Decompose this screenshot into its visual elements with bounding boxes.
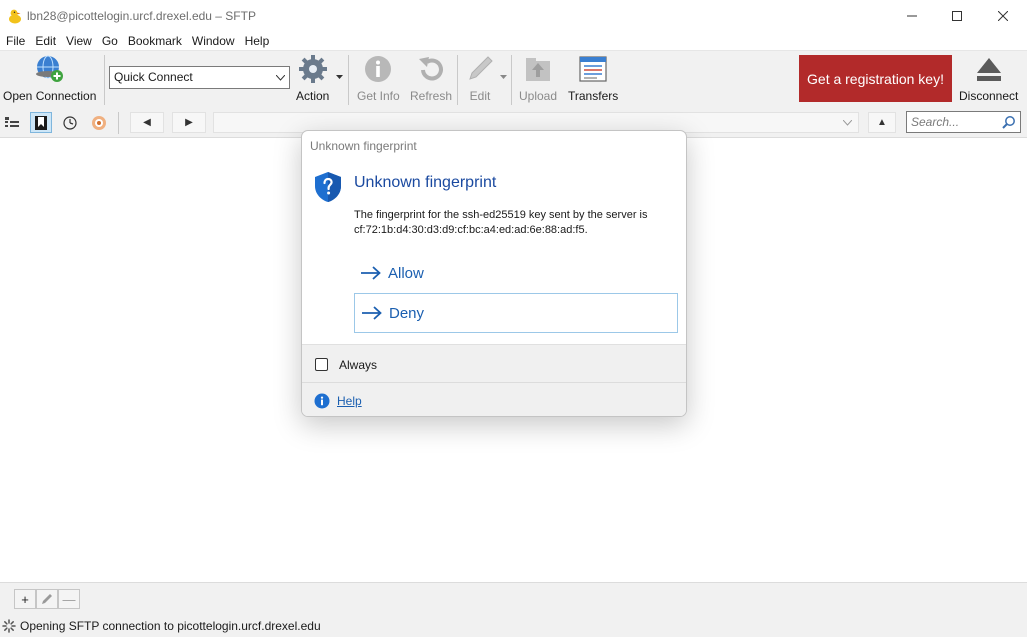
upload-icon [526, 58, 551, 81]
arrow-right-icon [361, 266, 381, 280]
open-connection-button[interactable]: Open Connection [3, 53, 96, 103]
pencil-icon [42, 594, 52, 604]
disconnect-button[interactable]: Disconnect [959, 53, 1018, 103]
maximize-icon [952, 11, 962, 21]
upload-button[interactable]: Upload [519, 53, 557, 103]
close-icon [998, 11, 1008, 21]
search-placeholder: Search... [911, 115, 960, 129]
pencil-icon [469, 56, 493, 80]
bonjour-icon [92, 115, 106, 130]
status-text: Opening SFTP connection to picottelogin.… [20, 619, 321, 633]
toolbar-separator [457, 55, 458, 105]
toolbar-separator [511, 55, 512, 105]
disconnect-label: Disconnect [959, 89, 1019, 103]
deny-button[interactable]: Deny [354, 293, 678, 333]
gear-icon [298, 55, 327, 83]
add-bookmark-button[interactable]: + [14, 589, 36, 609]
dialog-heading: Unknown fingerprint [354, 174, 497, 191]
chevron-down-icon [843, 120, 852, 126]
open-connection-label: Open Connection [3, 89, 97, 103]
deny-label: Deny [389, 304, 425, 322]
remove-bookmark-button[interactable]: — [58, 589, 80, 609]
dialog-footer: Always Help [302, 344, 686, 416]
browser-view-button[interactable] [1, 112, 23, 133]
refresh-label: Refresh [410, 89, 453, 103]
action-button[interactable]: Action [296, 53, 329, 103]
chevron-down-icon [276, 75, 285, 81]
window-title: lbn28@picottelogin.urcf.drexel.edu – SFT… [27, 9, 256, 23]
edit-bookmark-button[interactable] [36, 589, 58, 609]
menu-view[interactable]: View [61, 32, 97, 50]
status-bar: Opening SFTP connection to picottelogin.… [0, 616, 1027, 637]
close-button[interactable] [980, 0, 1026, 32]
quick-connect-select[interactable]: Quick Connect [109, 66, 290, 89]
menu-go[interactable]: Go [97, 32, 123, 50]
menu-help[interactable]: Help [240, 32, 275, 50]
search-icon[interactable] [1002, 115, 1016, 129]
menu-bar: File Edit View Go Bookmark Window Help [0, 32, 1027, 50]
toolbar-separator [104, 55, 105, 105]
title-bar: lbn28@picottelogin.urcf.drexel.edu – SFT… [0, 0, 1027, 32]
duck-icon [9, 9, 21, 24]
allow-label: Allow [388, 264, 424, 282]
toolbar-separator [118, 112, 119, 134]
back-button[interactable]: ◀ [130, 112, 164, 133]
action-label: Action [296, 89, 330, 103]
allow-button[interactable]: Allow [354, 253, 678, 293]
maximize-button[interactable] [934, 0, 980, 32]
edit-button[interactable]: Edit [464, 53, 496, 103]
dialog-caption: Unknown fingerprint [310, 139, 417, 153]
upload-label: Upload [519, 89, 558, 103]
menu-edit[interactable]: Edit [30, 32, 61, 50]
globe-plus-icon [35, 55, 63, 82]
bookmark-actions-bar: + — [0, 582, 1027, 616]
toolbar-separator [348, 55, 349, 105]
always-checkbox[interactable] [315, 358, 328, 371]
clock-icon [63, 115, 77, 130]
bookmark-icon [35, 115, 47, 130]
history-view-button[interactable] [59, 112, 81, 133]
chevron-down-icon[interactable] [336, 75, 343, 80]
bonjour-view-button[interactable] [88, 112, 110, 133]
parent-directory-button[interactable]: ▲ [868, 112, 896, 133]
dialog-message: The fingerprint for the ssh-ed25519 key … [354, 209, 648, 236]
shield-question-icon [315, 172, 341, 202]
minimize-icon [907, 15, 917, 17]
spinner-icon [2, 619, 16, 633]
back-arrow-icon: ◀ [143, 117, 151, 128]
menu-bookmark[interactable]: Bookmark [123, 32, 187, 50]
unknown-fingerprint-dialog: Unknown fingerprint Unknown fingerprint … [301, 130, 687, 417]
transfers-button[interactable]: Transfers [568, 53, 618, 103]
plus-icon: + [21, 591, 29, 607]
forward-button[interactable]: ▶ [172, 112, 206, 133]
minimize-button[interactable] [889, 0, 935, 32]
chevron-down-icon[interactable] [500, 75, 507, 80]
quick-connect-value: Quick Connect [114, 70, 193, 84]
menu-file[interactable]: File [0, 32, 30, 50]
menu-window[interactable]: Window [187, 32, 240, 50]
always-label[interactable]: Always [339, 358, 377, 372]
info-icon [365, 56, 392, 82]
footer-divider [302, 382, 686, 383]
edit-label: Edit [469, 89, 491, 103]
tree-icon [5, 116, 19, 127]
get-info-label: Get Info [357, 89, 400, 103]
arrow-right-icon [362, 306, 382, 320]
up-arrow-icon: ▲ [877, 117, 887, 128]
transfers-icon [579, 56, 607, 82]
get-info-button[interactable]: Get Info [357, 53, 400, 103]
forward-arrow-icon: ▶ [185, 117, 193, 128]
eject-icon [976, 58, 1001, 81]
search-input[interactable]: Search... [906, 111, 1021, 133]
minus-icon: — [62, 591, 76, 607]
refresh-button[interactable]: Refresh [410, 53, 452, 103]
bookmarks-view-button[interactable] [30, 112, 52, 133]
info-icon [314, 393, 330, 409]
refresh-icon [419, 57, 443, 81]
registration-key-label: Get a registration key! [807, 70, 944, 87]
transfers-label: Transfers [568, 89, 619, 103]
registration-key-button[interactable]: Get a registration key! [799, 55, 952, 102]
help-link[interactable]: Help [337, 394, 362, 408]
